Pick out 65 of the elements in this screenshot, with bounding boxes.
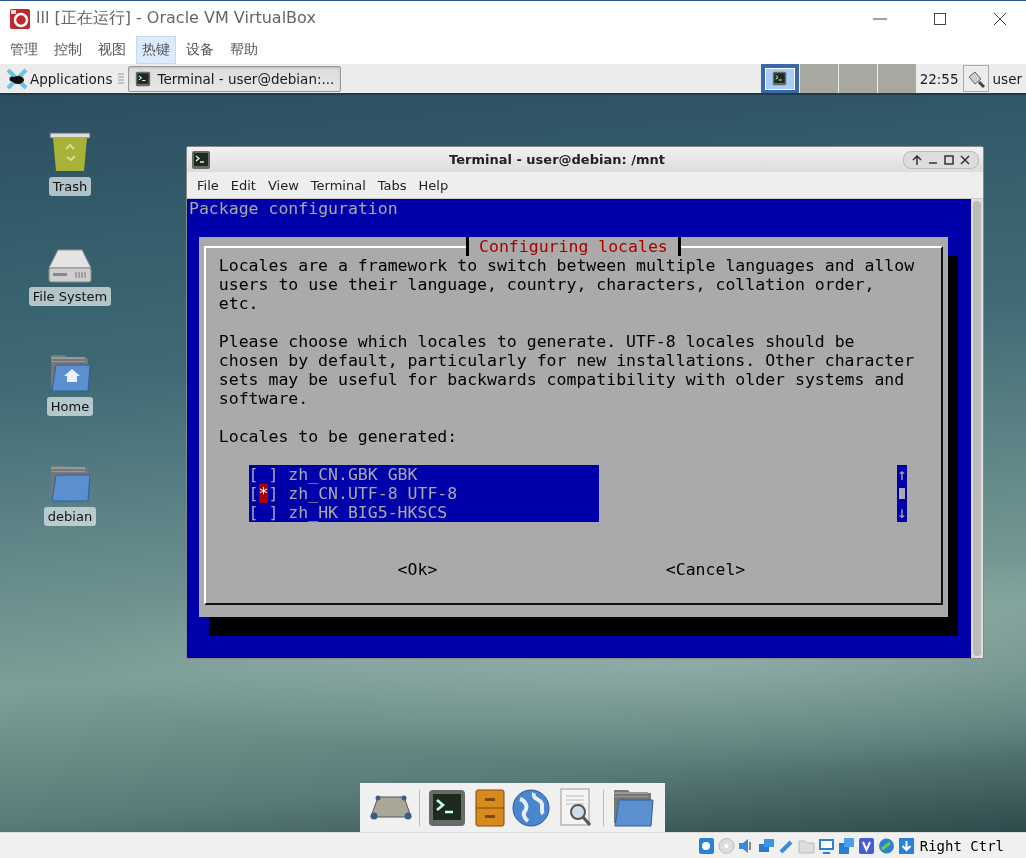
terminal-icon[interactable] [427, 787, 468, 828]
header-text: Package configuration [189, 199, 399, 218]
dialog-title: Configuring locales [466, 237, 681, 256]
home-folder-icon[interactable] [48, 353, 92, 393]
trash-can-icon[interactable] [48, 131, 92, 173]
menu-item[interactable]: View [261, 177, 305, 193]
arrow-up-icon[interactable] [912, 154, 922, 165]
terminal-icon [135, 70, 152, 87]
desktop-icon-label[interactable]: File System [28, 287, 112, 306]
checkbox[interactable]: [ ] [248, 503, 279, 522]
arrow-down-icon[interactable] [897, 836, 915, 855]
menu-item[interactable]: Edit [224, 177, 262, 193]
window-title: lll [正在运行] - Oracle VM VirtualBox [36, 8, 317, 29]
clock: 22:55 [919, 70, 959, 87]
cpu-icon[interactable] [857, 836, 875, 855]
host-key-label: Right Ctrl [919, 837, 1004, 854]
desktop-icon-label[interactable]: Trash [48, 177, 92, 196]
menu-item[interactable]: 管理 [4, 36, 44, 64]
dialog-button[interactable]: <Cancel> [665, 560, 746, 579]
windows-icon[interactable] [837, 836, 855, 855]
action-button[interactable] [962, 65, 989, 92]
checkbox[interactable]: [ ] [248, 465, 279, 484]
checkbox[interactable]: [*] [248, 484, 279, 503]
window-thumbnail-icon [772, 71, 788, 86]
drag-handle-icon[interactable] [118, 72, 125, 85]
locale-item[interactable]: [ ] zh_CN.GBK GBK [248, 465, 600, 484]
menu-item[interactable]: 帮助 [224, 36, 264, 64]
globe-icon[interactable] [512, 788, 551, 827]
menu-item[interactable]: Tabs [371, 177, 413, 193]
user-name: user [992, 70, 1022, 87]
app-logo-icon [10, 8, 30, 29]
drive-icon[interactable] [48, 249, 92, 283]
terminal-icon [191, 149, 211, 170]
close-icon[interactable] [960, 154, 970, 165]
dialog-text: Locales are a framework to switch between multiple languages and allow users to use their language, country, characters, collation order, etc. [218, 256, 916, 313]
maximize-icon[interactable] [944, 154, 954, 165]
network-icon[interactable] [757, 836, 775, 855]
list-label: Locales to be generated: [218, 427, 459, 446]
display-icon[interactable] [817, 836, 835, 855]
menu-item[interactable]: File [191, 177, 225, 193]
menu-item[interactable]: 热键 [136, 36, 176, 64]
mouse-icon [6, 67, 28, 90]
menu-item[interactable]: Help [412, 177, 455, 193]
scrollbar[interactable] [971, 199, 983, 658]
desktop-icon-label[interactable]: Home [46, 397, 94, 416]
desktop-pad-icon[interactable] [369, 793, 412, 822]
dialog-button[interactable]: <Ok> [397, 560, 438, 579]
taskbar-button[interactable]: Terminal - user@debian:... [128, 65, 342, 92]
dialog-text: Please choose which locales to generate. UTF-8 locales should be chosen by default, particularly for new installations. Other character sets may be useful for backwards compatibility with older systems and software. [218, 332, 916, 408]
window-title: Terminal - user@debian: /mnt [448, 152, 666, 167]
menu-item[interactable]: 控制 [48, 36, 88, 64]
folder-icon[interactable] [611, 787, 656, 828]
file-cabinet-icon[interactable] [474, 788, 505, 827]
mouse-integration-icon[interactable] [877, 836, 895, 855]
close-icon[interactable] [992, 10, 1008, 27]
menu-item[interactable]: Terminal [304, 177, 372, 193]
desktop-icon-label[interactable]: debian [43, 507, 97, 526]
menu-item[interactable]: 视图 [92, 36, 132, 64]
list-scrollbar[interactable]: ↑ ↓ [897, 465, 908, 522]
menu-item[interactable]: 设备 [180, 36, 220, 64]
locale-item[interactable]: [*] zh_CN.UTF-8 UTF-8 [248, 484, 600, 503]
workspace-button[interactable] [760, 64, 799, 93]
maximize-icon[interactable] [932, 10, 948, 27]
applications-menu-button[interactable]: Applications [4, 65, 115, 92]
locale-item[interactable]: [ ] zh_HK BIG5-HKSCS [248, 503, 600, 522]
